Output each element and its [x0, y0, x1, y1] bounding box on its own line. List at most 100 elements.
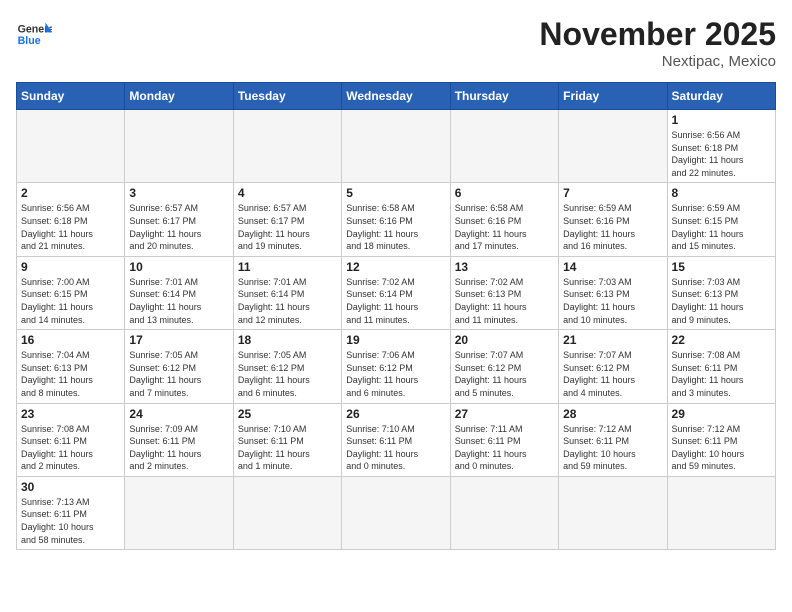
day-number: 13: [455, 260, 554, 274]
calendar-cell: 3Sunrise: 6:57 AMSunset: 6:17 PMDaylight…: [125, 183, 233, 256]
calendar-cell: 7 Sunrise: 6:59 AMSunset: 6:16 PMDaylight…: [559, 183, 667, 256]
calendar-cell: 15 Sunrise: 7:03 AMSunset: 6:13 PMDayligh…: [667, 256, 775, 329]
calendar-cell: [559, 110, 667, 183]
calendar-cell: [450, 110, 558, 183]
cell-info: Sunrise: 6:59 AMSunset: 6:16 PMDaylight:…: [563, 202, 662, 252]
calendar-cell: [342, 110, 450, 183]
day-number: 14: [563, 260, 662, 274]
day-header-monday: Monday: [125, 83, 233, 110]
day-number: 27: [455, 407, 554, 421]
calendar-cell: 21 Sunrise: 7:07 AMSunset: 6:12 PMDayligh…: [559, 330, 667, 403]
cell-info: Sunrise: 7:13 AMSunset: 6:11 PMDaylight:…: [21, 496, 120, 546]
day-number: 28: [563, 407, 662, 421]
calendar-table: SundayMondayTuesdayWednesdayThursdayFrid…: [16, 82, 776, 550]
day-number: 29: [672, 407, 771, 421]
calendar-cell: 25 Sunrise: 7:10 AMSunset: 6:11 PMDayligh…: [233, 403, 341, 476]
calendar-cell: 27 Sunrise: 7:11 AMSunset: 6:11 PMDayligh…: [450, 403, 558, 476]
calendar-week-1: 2 Sunrise: 6:56 AMSunset: 6:18 PMDaylight…: [17, 183, 776, 256]
cell-info: Sunrise: 7:04 AMSunset: 6:13 PMDaylight:…: [21, 349, 120, 399]
day-number: 7: [563, 186, 662, 200]
calendar-cell: 18 Sunrise: 7:05 AMSunset: 6:12 PMDayligh…: [233, 330, 341, 403]
day-header-wednesday: Wednesday: [342, 83, 450, 110]
calendar-cell: 20 Sunrise: 7:07 AMSunset: 6:12 PMDayligh…: [450, 330, 558, 403]
day-header-friday: Friday: [559, 83, 667, 110]
day-number: 2: [21, 186, 120, 200]
location: Nextipac, Mexico: [539, 53, 776, 70]
day-header-saturday: Saturday: [667, 83, 775, 110]
cell-info: Sunrise: 7:02 AMSunset: 6:14 PMDaylight:…: [346, 276, 445, 326]
calendar-cell: [559, 476, 667, 549]
day-number: 30: [21, 480, 120, 494]
cell-info: Sunrise: 7:01 AMSunset: 6:14 PMDaylight:…: [129, 276, 228, 326]
cell-info: Sunrise: 6:57 AMSunset: 6:17 PMDaylight:…: [129, 202, 228, 252]
day-number: 22: [672, 333, 771, 347]
cell-info: Sunrise: 7:05 AMSunset: 6:12 PMDaylight:…: [238, 349, 337, 399]
logo: General Blue: [16, 16, 52, 52]
calendar-cell: 19Sunrise: 7:06 AMSunset: 6:12 PMDayligh…: [342, 330, 450, 403]
cell-info: Sunrise: 7:03 AMSunset: 6:13 PMDaylight:…: [672, 276, 771, 326]
cell-info: Sunrise: 7:12 AMSunset: 6:11 PMDaylight:…: [672, 423, 771, 473]
cell-info: Sunrise: 7:00 AMSunset: 6:15 PMDaylight:…: [21, 276, 120, 326]
day-header-thursday: Thursday: [450, 83, 558, 110]
cell-info: Sunrise: 6:56 AMSunset: 6:18 PMDaylight:…: [672, 129, 771, 179]
cell-info: Sunrise: 7:05 AMSunset: 6:12 PMDaylight:…: [129, 349, 228, 399]
calendar-week-2: 9 Sunrise: 7:00 AMSunset: 6:15 PMDaylight…: [17, 256, 776, 329]
cell-info: Sunrise: 7:08 AMSunset: 6:11 PMDaylight:…: [21, 423, 120, 473]
calendar-cell: [450, 476, 558, 549]
cell-info: Sunrise: 7:08 AMSunset: 6:11 PMDaylight:…: [672, 349, 771, 399]
day-number: 21: [563, 333, 662, 347]
calendar-cell: 9 Sunrise: 7:00 AMSunset: 6:15 PMDaylight…: [17, 256, 125, 329]
calendar-cell: [233, 110, 341, 183]
cell-info: Sunrise: 7:01 AMSunset: 6:14 PMDaylight:…: [238, 276, 337, 326]
cell-info: Sunrise: 7:10 AMSunset: 6:11 PMDaylight:…: [346, 423, 445, 473]
day-number: 24: [129, 407, 228, 421]
day-number: 5: [346, 186, 445, 200]
calendar-cell: [233, 476, 341, 549]
calendar-cell: 5 Sunrise: 6:58 AMSunset: 6:16 PMDaylight…: [342, 183, 450, 256]
day-number: 9: [21, 260, 120, 274]
day-number: 16: [21, 333, 120, 347]
day-number: 25: [238, 407, 337, 421]
calendar-cell: [17, 110, 125, 183]
calendar-cell: 2 Sunrise: 6:56 AMSunset: 6:18 PMDaylight…: [17, 183, 125, 256]
cell-info: Sunrise: 6:58 AMSunset: 6:16 PMDaylight:…: [346, 202, 445, 252]
day-number: 11: [238, 260, 337, 274]
day-number: 20: [455, 333, 554, 347]
day-number: 6: [455, 186, 554, 200]
calendar-cell: 28 Sunrise: 7:12 AMSunset: 6:11 PMDayligh…: [559, 403, 667, 476]
calendar-week-3: 16 Sunrise: 7:04 AMSunset: 6:13 PMDayligh…: [17, 330, 776, 403]
cell-info: Sunrise: 6:57 AMSunset: 6:17 PMDaylight:…: [238, 202, 337, 252]
day-number: 15: [672, 260, 771, 274]
day-number: 4: [238, 186, 337, 200]
calendar-cell: 11 Sunrise: 7:01 AMSunset: 6:14 PMDayligh…: [233, 256, 341, 329]
calendar-cell: 17Sunrise: 7:05 AMSunset: 6:12 PMDayligh…: [125, 330, 233, 403]
day-number: 18: [238, 333, 337, 347]
calendar-cell: 22 Sunrise: 7:08 AMSunset: 6:11 PMDayligh…: [667, 330, 775, 403]
calendar-cell: 13Sunrise: 7:02 AMSunset: 6:13 PMDayligh…: [450, 256, 558, 329]
calendar-cell: 16 Sunrise: 7:04 AMSunset: 6:13 PMDayligh…: [17, 330, 125, 403]
cell-info: Sunrise: 7:11 AMSunset: 6:11 PMDaylight:…: [455, 423, 554, 473]
cell-info: Sunrise: 7:10 AMSunset: 6:11 PMDaylight:…: [238, 423, 337, 473]
page-header: General Blue November 2025 Nextipac, Mex…: [16, 16, 776, 70]
calendar-cell: 14 Sunrise: 7:03 AMSunset: 6:13 PMDayligh…: [559, 256, 667, 329]
calendar-cell: [125, 110, 233, 183]
day-number: 26: [346, 407, 445, 421]
cell-info: Sunrise: 6:56 AMSunset: 6:18 PMDaylight:…: [21, 202, 120, 252]
calendar-cell: [342, 476, 450, 549]
calendar-cell: 23 Sunrise: 7:08 AMSunset: 6:11 PMDayligh…: [17, 403, 125, 476]
svg-text:Blue: Blue: [18, 35, 41, 47]
logo-icon: General Blue: [16, 16, 52, 52]
calendar-week-4: 23 Sunrise: 7:08 AMSunset: 6:11 PMDayligh…: [17, 403, 776, 476]
calendar-cell: [125, 476, 233, 549]
cell-info: Sunrise: 7:07 AMSunset: 6:12 PMDaylight:…: [563, 349, 662, 399]
calendar-cell: 1Sunrise: 6:56 AMSunset: 6:18 PMDaylight…: [667, 110, 775, 183]
day-number: 12: [346, 260, 445, 274]
cell-info: Sunrise: 7:12 AMSunset: 6:11 PMDaylight:…: [563, 423, 662, 473]
cell-info: Sunrise: 7:03 AMSunset: 6:13 PMDaylight:…: [563, 276, 662, 326]
title-block: November 2025 Nextipac, Mexico: [539, 16, 776, 70]
day-number: 23: [21, 407, 120, 421]
calendar-cell: 24Sunrise: 7:09 AMSunset: 6:11 PMDayligh…: [125, 403, 233, 476]
cell-info: Sunrise: 7:07 AMSunset: 6:12 PMDaylight:…: [455, 349, 554, 399]
calendar-cell: 8Sunrise: 6:59 AMSunset: 6:15 PMDaylight…: [667, 183, 775, 256]
calendar-cell: 4 Sunrise: 6:57 AMSunset: 6:17 PMDaylight…: [233, 183, 341, 256]
